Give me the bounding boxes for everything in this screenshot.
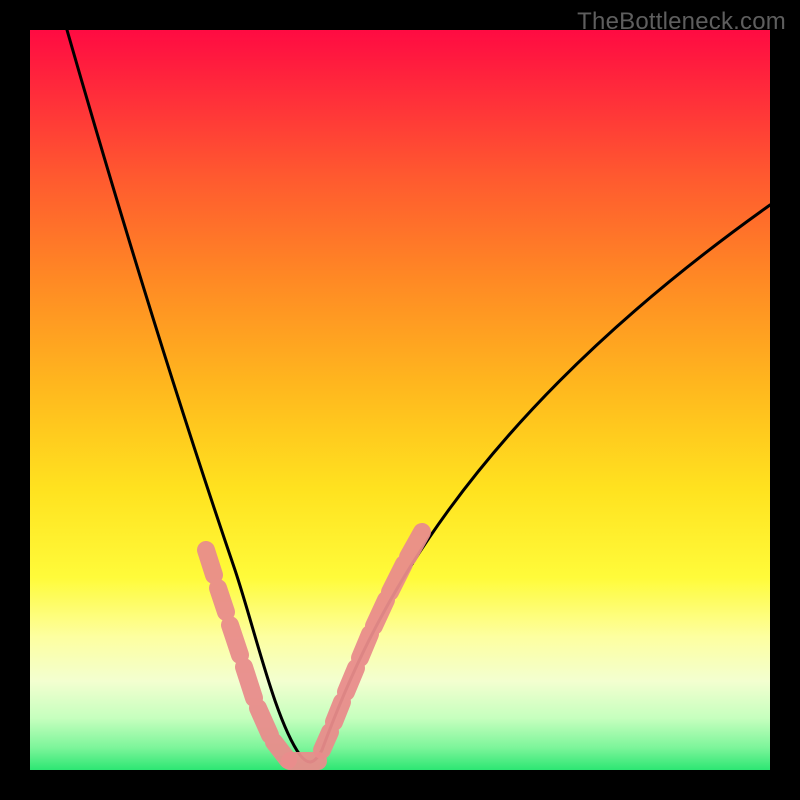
curve-svg	[30, 30, 770, 770]
right-marker-band	[322, 532, 422, 750]
left-marker-band	[206, 550, 288, 760]
plot-area	[30, 30, 770, 770]
bottleneck-curve-path	[67, 30, 770, 762]
chart-frame: TheBottleneck.com	[0, 0, 800, 800]
